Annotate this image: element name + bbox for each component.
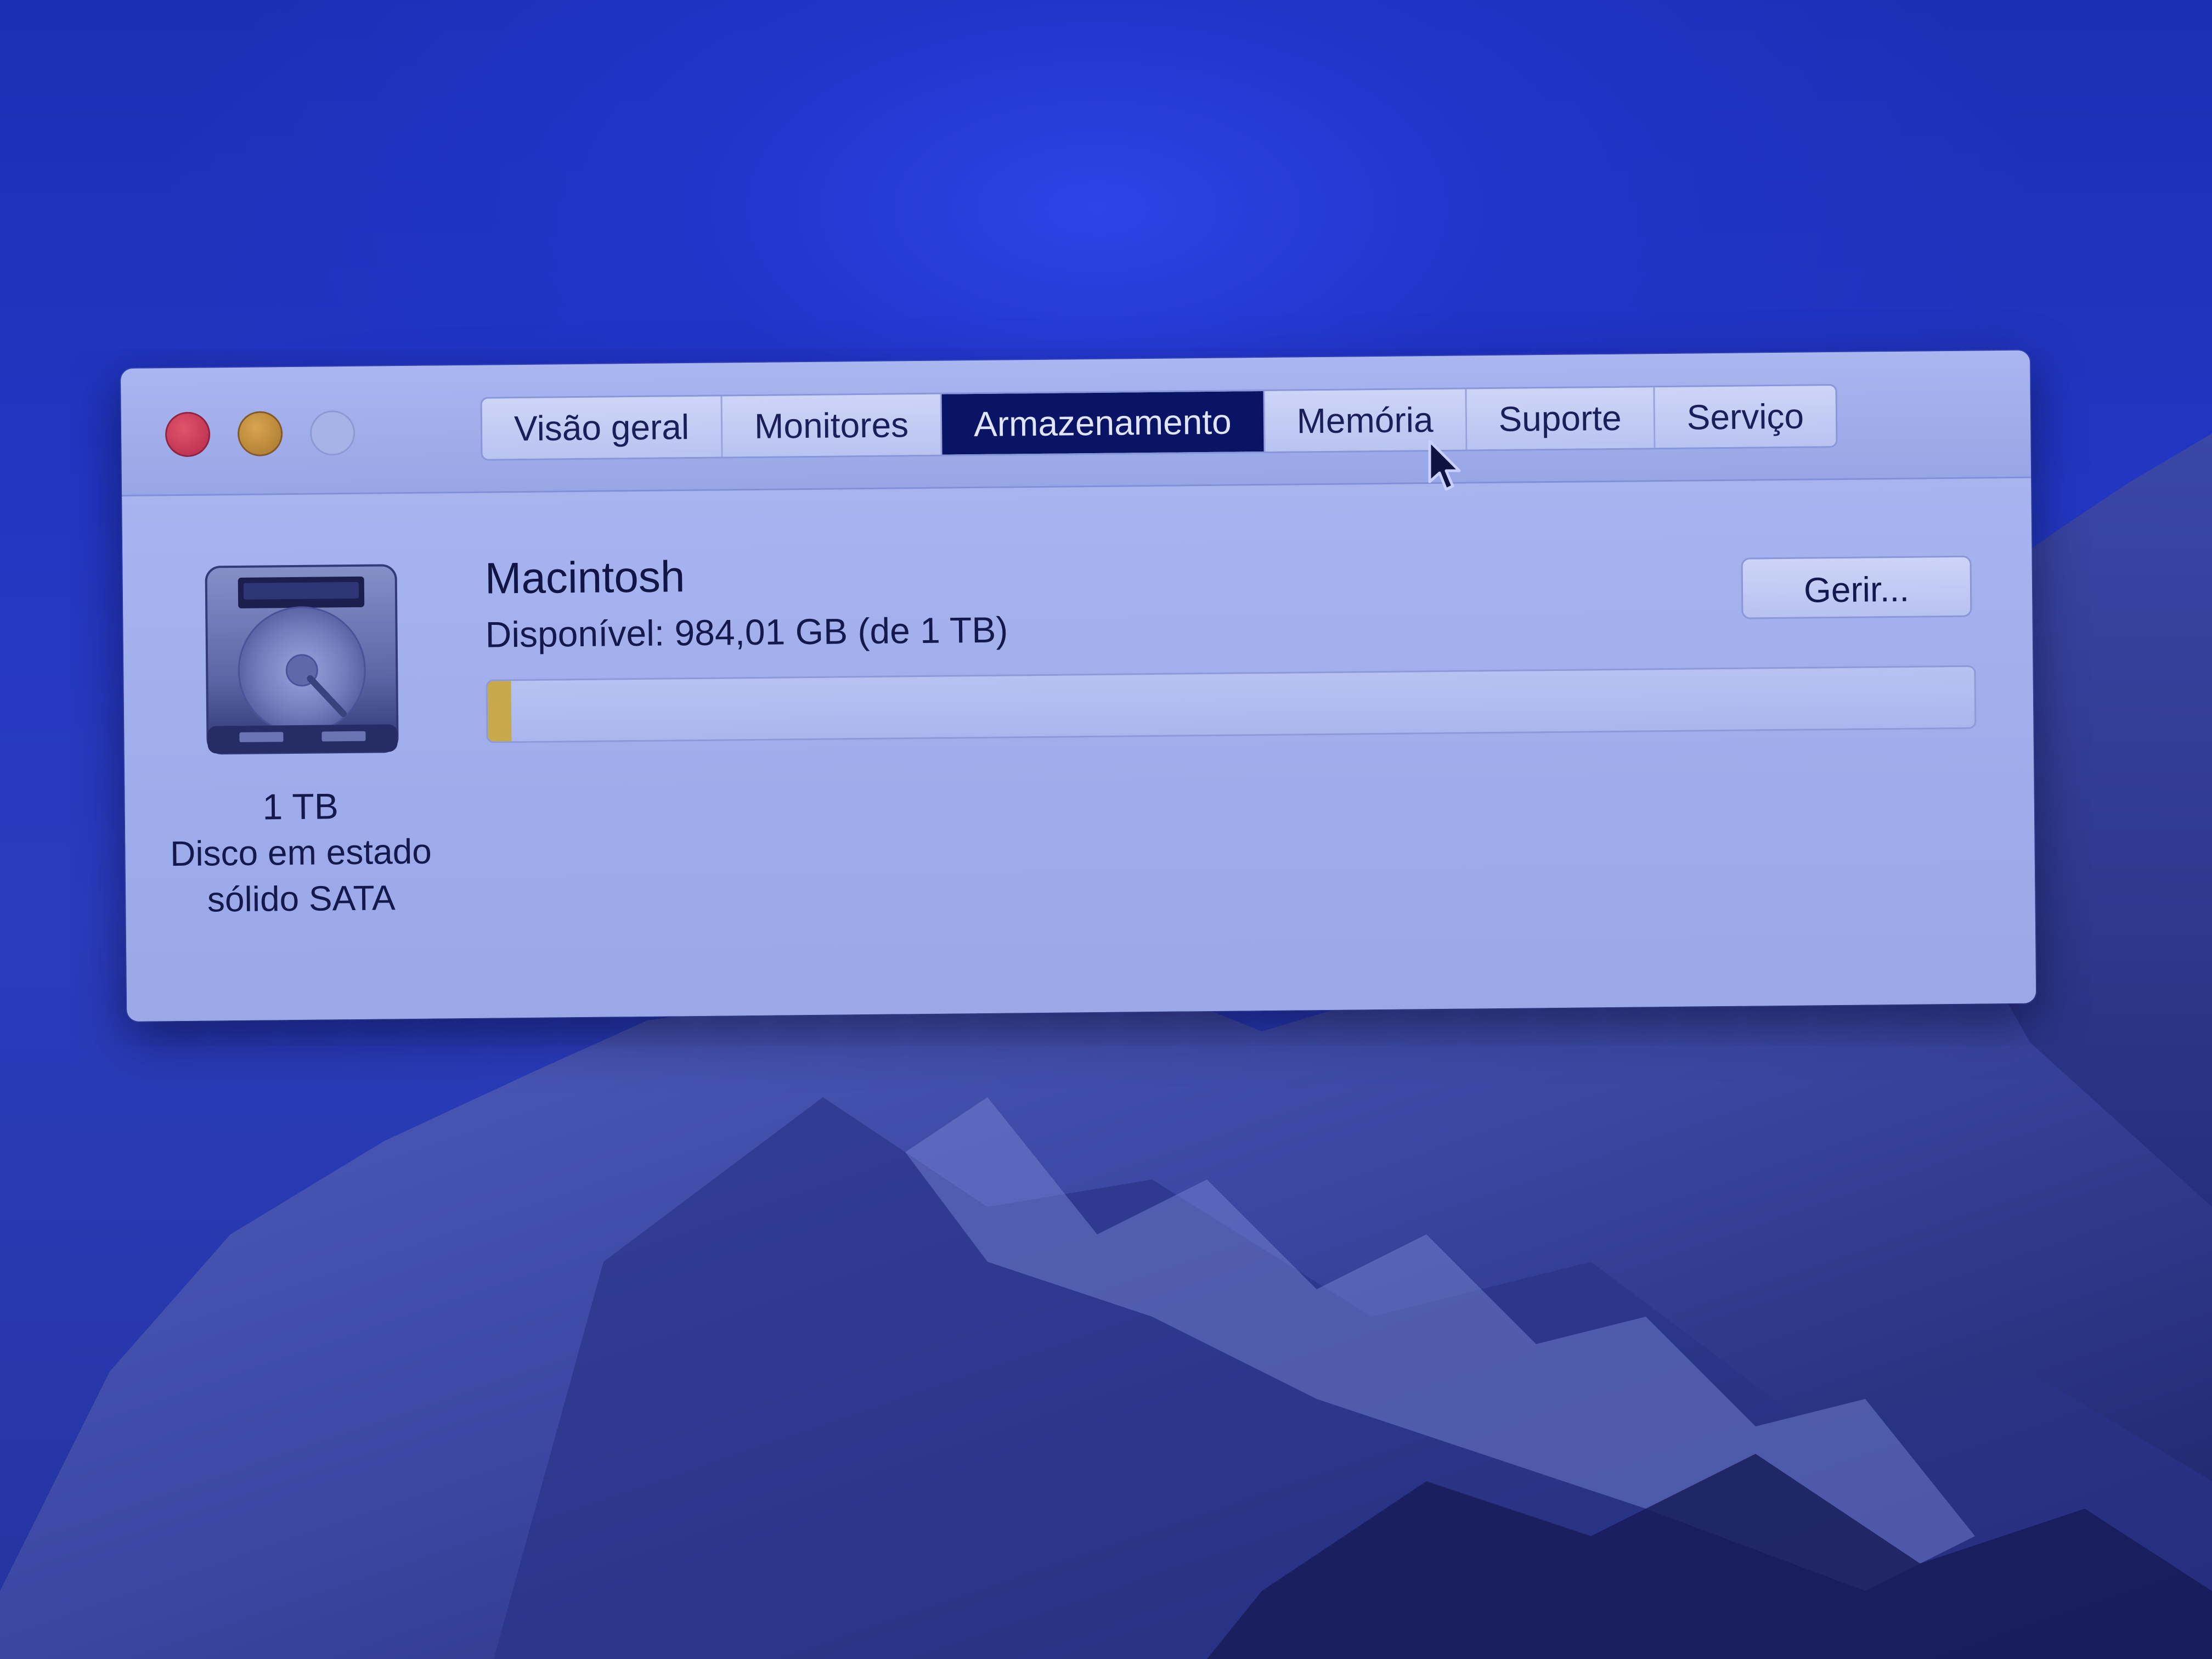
- about-this-mac-window: Visão geral Monitores Armazenamento Memó…: [121, 350, 2036, 1022]
- mouse-pointer-icon: [1428, 439, 1461, 491]
- disk-type-label: Disco em estado sólido SATA: [170, 831, 432, 919]
- manage-storage-button[interactable]: Gerir...: [1741, 555, 1972, 619]
- desktop: Visão geral Monitores Armazenamento Memó…: [0, 0, 2212, 1659]
- storage-panel: 1 TB Disco em estado sólido SATA Macinto…: [122, 478, 2036, 1022]
- minimize-window-button[interactable]: [237, 411, 283, 456]
- storage-usage-bar: [486, 665, 1977, 743]
- tab-support[interactable]: Suporte: [1466, 387, 1656, 450]
- tab-service[interactable]: Serviço: [1655, 385, 1836, 448]
- hard-drive-icon: [205, 564, 399, 755]
- available-space-label: Disponível: 984,01 GB (de 1 TB): [485, 609, 1008, 655]
- tab-displays[interactable]: Monitores: [722, 394, 943, 457]
- zoom-window-button[interactable]: [309, 410, 356, 456]
- tab-bar: Visão geral Monitores Armazenamento Memó…: [480, 383, 1838, 461]
- volume-name: Macintosh: [484, 552, 685, 603]
- tab-storage[interactable]: Armazenamento: [941, 391, 1266, 455]
- title-bar[interactable]: Visão geral Monitores Armazenamento Memó…: [121, 350, 2032, 496]
- disk-capacity-label: 1 TB: [262, 786, 339, 827]
- tab-overview[interactable]: Visão geral: [482, 396, 723, 459]
- close-window-button[interactable]: [165, 411, 211, 458]
- storage-used-segment: [487, 681, 512, 742]
